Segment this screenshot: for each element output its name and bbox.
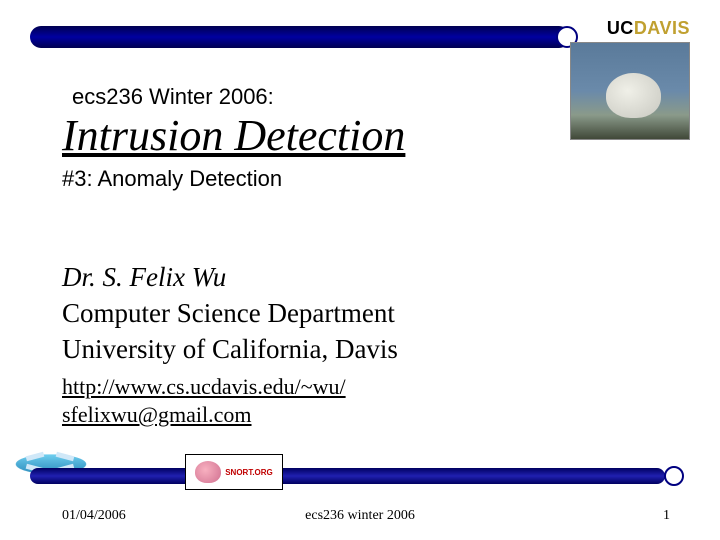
snort-pig-icon xyxy=(195,461,221,483)
author-email: sfelixwu@gmail.com xyxy=(62,402,252,428)
top-decorative-bar xyxy=(30,26,570,48)
author-univ: University of California, Davis xyxy=(62,334,398,365)
logo-uc-text: UC xyxy=(607,18,634,38)
author-url: http://www.cs.ucdavis.edu/~wu/ xyxy=(62,374,346,400)
author-dept: Computer Science Department xyxy=(62,298,395,329)
course-code: ecs236 Winter 2006: xyxy=(72,84,274,110)
snort-logo: SNORT.ORG xyxy=(185,454,283,490)
bottom-decorative-bar xyxy=(30,468,665,484)
ucdavis-logo: UCDAVIS xyxy=(607,18,690,39)
logo-davis-text: DAVIS xyxy=(634,18,690,38)
slide-title: Intrusion Detection xyxy=(62,110,405,161)
slide-subtitle: #3: Anomaly Detection xyxy=(62,166,282,192)
campus-photo xyxy=(570,42,690,140)
footer-page-number: 1 xyxy=(663,508,670,524)
author-name: Dr. S. Felix Wu xyxy=(62,262,226,293)
snort-text: SNORT.ORG xyxy=(225,468,273,477)
bottom-bar-end-circle xyxy=(664,466,684,486)
footer-center: ecs236 winter 2006 xyxy=(0,508,720,524)
